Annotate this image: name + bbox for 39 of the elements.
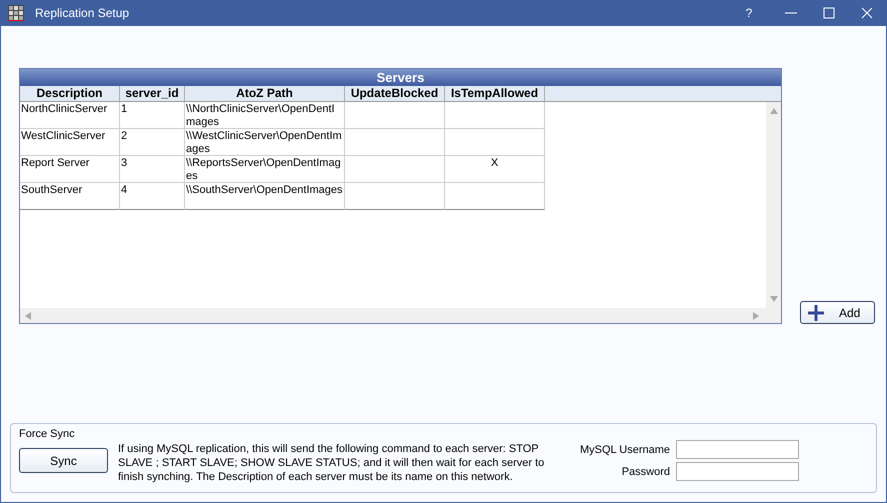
input-field[interactable] — [676, 440, 799, 459]
plus-icon — [807, 304, 825, 322]
column-header[interactable]: AtoZ Path — [185, 86, 345, 101]
right-arrow-icon[interactable] — [753, 312, 759, 320]
column-header[interactable]: server_id — [120, 86, 185, 101]
table-cell: NorthClinicServer — [20, 102, 120, 129]
table-cell: 4 — [120, 183, 185, 210]
column-header[interactable]: IsTempAllowed — [445, 86, 545, 101]
column-header[interactable]: UpdateBlocked — [345, 86, 445, 101]
grid-title: Servers — [20, 69, 781, 86]
table-cell: 3 — [120, 156, 185, 183]
table-cell: SouthServer — [20, 183, 120, 210]
add-button[interactable]: Add — [800, 301, 875, 324]
horizontal-scrollbar[interactable] — [20, 308, 781, 323]
vertical-scrollbar[interactable] — [766, 102, 781, 308]
field-label: Password — [620, 466, 670, 478]
window-title: Replication Setup — [35, 6, 130, 20]
table-cell: Report Server — [20, 156, 120, 183]
help-button[interactable]: ? — [736, 0, 762, 26]
table-cell: WestClinicServer — [20, 129, 120, 156]
table-cell: \\WestClinicServer\OpenDentImages — [185, 129, 345, 156]
field-label: MySQL Username — [578, 444, 670, 456]
table-cell: \\ReportsServer\OpenDentImages — [185, 156, 345, 183]
table-cell: \\SouthServer\OpenDentImages — [185, 183, 345, 210]
group-label: Force Sync — [19, 428, 75, 440]
table-cell: 1 — [120, 102, 185, 129]
input-field[interactable] — [676, 462, 799, 481]
maximize-icon — [823, 7, 835, 19]
left-arrow-icon[interactable] — [25, 312, 31, 320]
sync-button[interactable]: Sync — [19, 448, 108, 473]
down-arrow-icon[interactable] — [770, 296, 778, 302]
table-cell: \\NorthClinicServer\OpenDentImages — [185, 102, 345, 129]
column-header[interactable]: Description — [20, 86, 120, 101]
sync-description: If using MySQL replication, this will send the following command to each server: STOP SLAVE ; START SLAVE; SHOW SLAVE STATUS; and it will then wait for each server to finish synching. The Description of each server must be its name on this network. — [118, 442, 546, 484]
grid-icon — [8, 5, 24, 21]
table-cell: X — [445, 156, 545, 183]
close-icon — [861, 7, 873, 19]
up-arrow-icon[interactable] — [770, 108, 778, 114]
table-cell: 2 — [120, 129, 185, 156]
